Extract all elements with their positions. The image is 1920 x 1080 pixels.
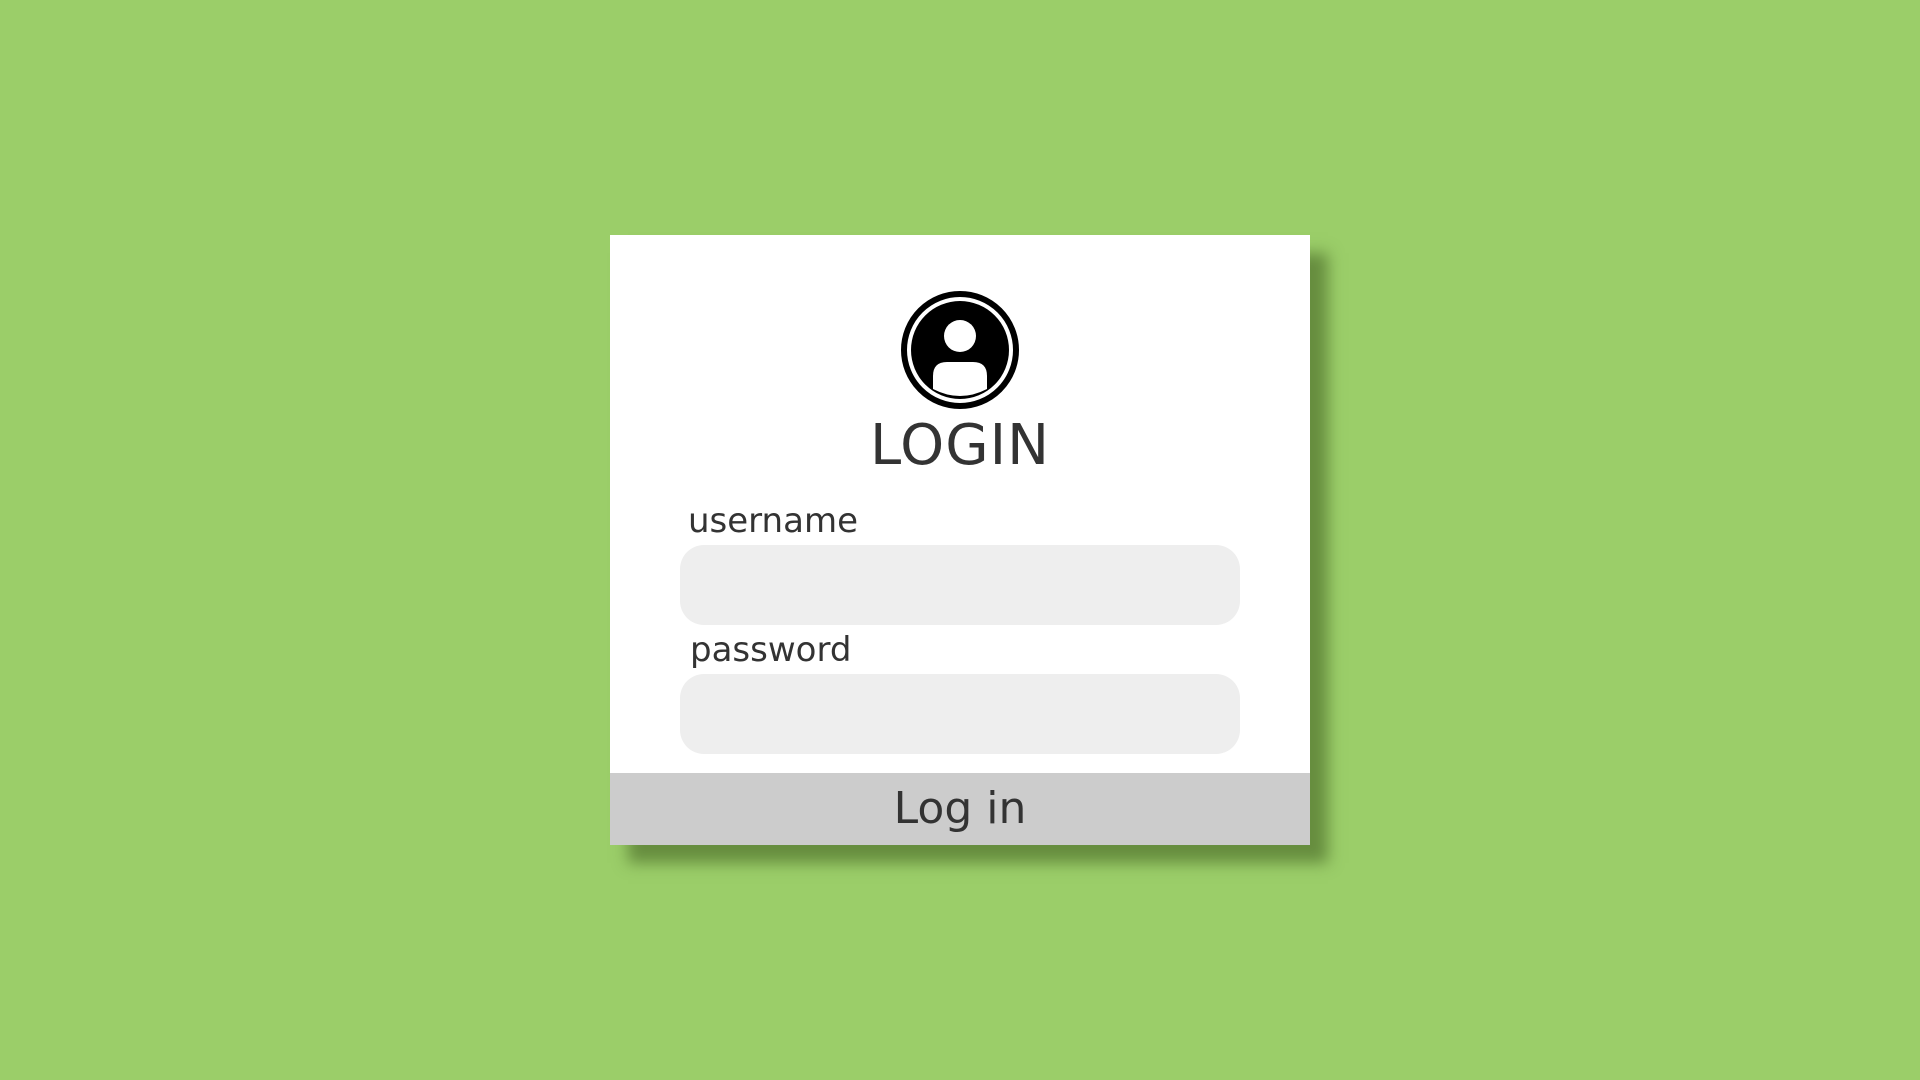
login-card: LOGIN username password Log in: [610, 235, 1310, 845]
username-input[interactable]: [680, 545, 1240, 625]
username-label: username: [688, 501, 858, 541]
password-label: password: [690, 630, 852, 670]
login-button[interactable]: Log in: [610, 773, 1310, 845]
password-input[interactable]: [680, 674, 1240, 754]
user-circle-icon: [900, 290, 1020, 410]
login-title: LOGIN: [869, 413, 1051, 478]
